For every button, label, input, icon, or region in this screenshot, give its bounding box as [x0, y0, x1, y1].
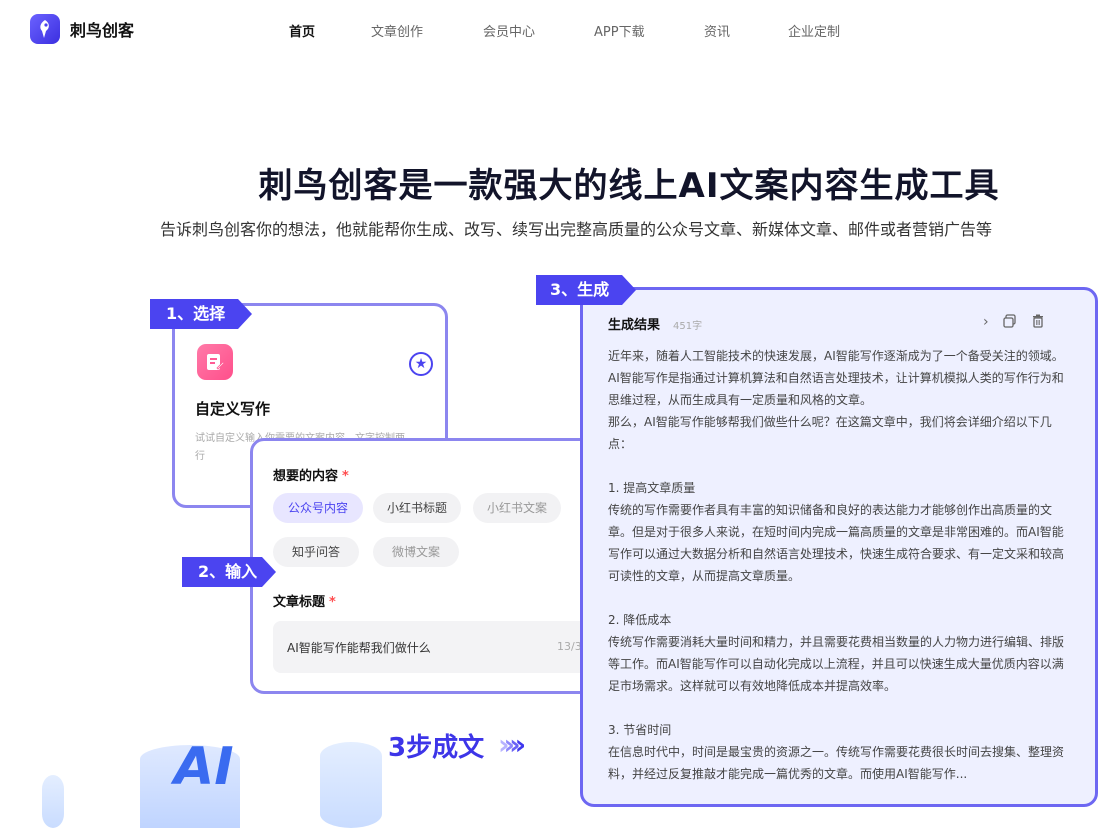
edit-document-icon — [197, 344, 233, 380]
result-paragraph: 在信息时代中，时间是最宝贵的资源之一。传统写作需要花费很长时间去搜集、整理资料，… — [608, 745, 1065, 781]
nav-item-home[interactable]: 首页 — [289, 21, 371, 40]
word-count: 451字 — [673, 321, 703, 332]
result-title: 生成结果 — [608, 318, 661, 333]
chevrons-icon: › › › › — [498, 728, 526, 761]
favorite-star-icon[interactable]: ★ — [409, 352, 433, 376]
nav-item-app[interactable]: APP下载 — [594, 21, 704, 40]
required-mark: * — [329, 595, 336, 610]
step-select-tag: 1、选择 — [150, 299, 252, 329]
chevron-icon: › — [514, 728, 527, 761]
result-toolbar: › — [983, 314, 1059, 332]
small-cylinder-shape — [42, 775, 64, 828]
result-paragraph: 传统写作需要消耗大量时间和精力，并且需要花费相当数量的人力物力进行编辑、排版等工… — [608, 635, 1065, 693]
result-heading: 2. 降低成本 — [608, 613, 672, 627]
trash-icon[interactable] — [1031, 314, 1045, 332]
three-steps-text: 3步成文 — [388, 733, 485, 763]
chip-wechat-article[interactable]: 公众号内容 — [273, 493, 363, 523]
result-heading: 3. 节省时间 — [608, 723, 672, 737]
chip-weibo-copy[interactable]: 微博文案 — [373, 537, 459, 567]
content-label: 想要的内容 * — [273, 465, 349, 484]
result-heading: 1. 提高文章质量 — [608, 481, 696, 495]
content-label-text: 想要的内容 — [273, 469, 339, 484]
result-paragraph: 近年来，随着人工智能技术的快速发展，AI智能写作逐渐成为了一个备受关注的领域。A… — [608, 349, 1064, 407]
chip-zhihu-qa[interactable]: 知乎问答 — [273, 537, 359, 567]
result-paragraph: 传统的写作需要作者具有丰富的知识储备和良好的表达能力才能够创作出高质量的文章。但… — [608, 503, 1065, 583]
required-mark: * — [342, 469, 349, 484]
article-title-input[interactable]: AI智能写作能帮我们做什么 13/30 — [273, 621, 595, 673]
logo[interactable]: 刺鸟创客 — [30, 14, 134, 44]
step-generate-tag: 3、生成 — [536, 275, 636, 305]
input-card: 想要的内容 * 公众号内容 小红书标题 小红书文案 知乎问答 微博文案 文章标题 *… — [250, 438, 598, 694]
article-title-value: AI智能写作能帮我们做什么 — [287, 641, 431, 655]
app-name: 刺鸟创客 — [70, 21, 135, 40]
hero-subtitle: 告诉刺鸟创客你的想法，他就能帮你生成、改写、续写出完整高质量的公众号文章、新媒体… — [160, 220, 993, 239]
chip-xhs-copy[interactable]: 小红书文案 — [473, 493, 561, 523]
title-label: 文章标题 * — [273, 591, 336, 610]
copy-icon[interactable] — [1002, 314, 1017, 332]
nav-item-article[interactable]: 文章创作 — [371, 21, 483, 40]
chevron-right-icon[interactable]: › — [983, 314, 989, 332]
bird-logo-icon — [30, 14, 60, 44]
step-input-tag: 2、输入 — [182, 557, 276, 587]
nav-item-enterprise[interactable]: 企业定制 — [788, 21, 840, 40]
result-card: 生成结果 451字 › 近年来，随着人工智能技术的快速发展，AI智能写作逐渐成为… — [580, 287, 1098, 807]
ai-illustration: AI — [130, 735, 290, 828]
result-body: 近年来，随着人工智能技术的快速发展，AI智能写作逐渐成为了一个备受关注的领域。A… — [608, 345, 1070, 785]
nav-item-member[interactable]: 会员中心 — [483, 21, 594, 40]
title-label-text: 文章标题 — [273, 595, 326, 610]
card-title: 自定义写作 — [195, 400, 271, 418]
cylinder-shape — [320, 742, 382, 828]
result-paragraph: 那么，AI智能写作能够帮我们做些什么呢？在这篇文章中，我们将会详细介绍以下几点： — [608, 415, 1052, 451]
chip-xhs-title[interactable]: 小红书标题 — [373, 493, 461, 523]
nav-item-news[interactable]: 资讯 — [704, 21, 788, 40]
hero-title: 刺鸟创客是一款强大的线上AI文案内容生成工具 — [258, 166, 1000, 206]
main-nav: 首页 文章创作 会员中心 APP下载 资讯 企业定制 — [289, 21, 840, 40]
ai-3d-text: AI — [174, 737, 234, 797]
top-header: 刺鸟创客 首页 文章创作 会员中心 APP下载 资讯 企业定制 — [0, 0, 1110, 62]
